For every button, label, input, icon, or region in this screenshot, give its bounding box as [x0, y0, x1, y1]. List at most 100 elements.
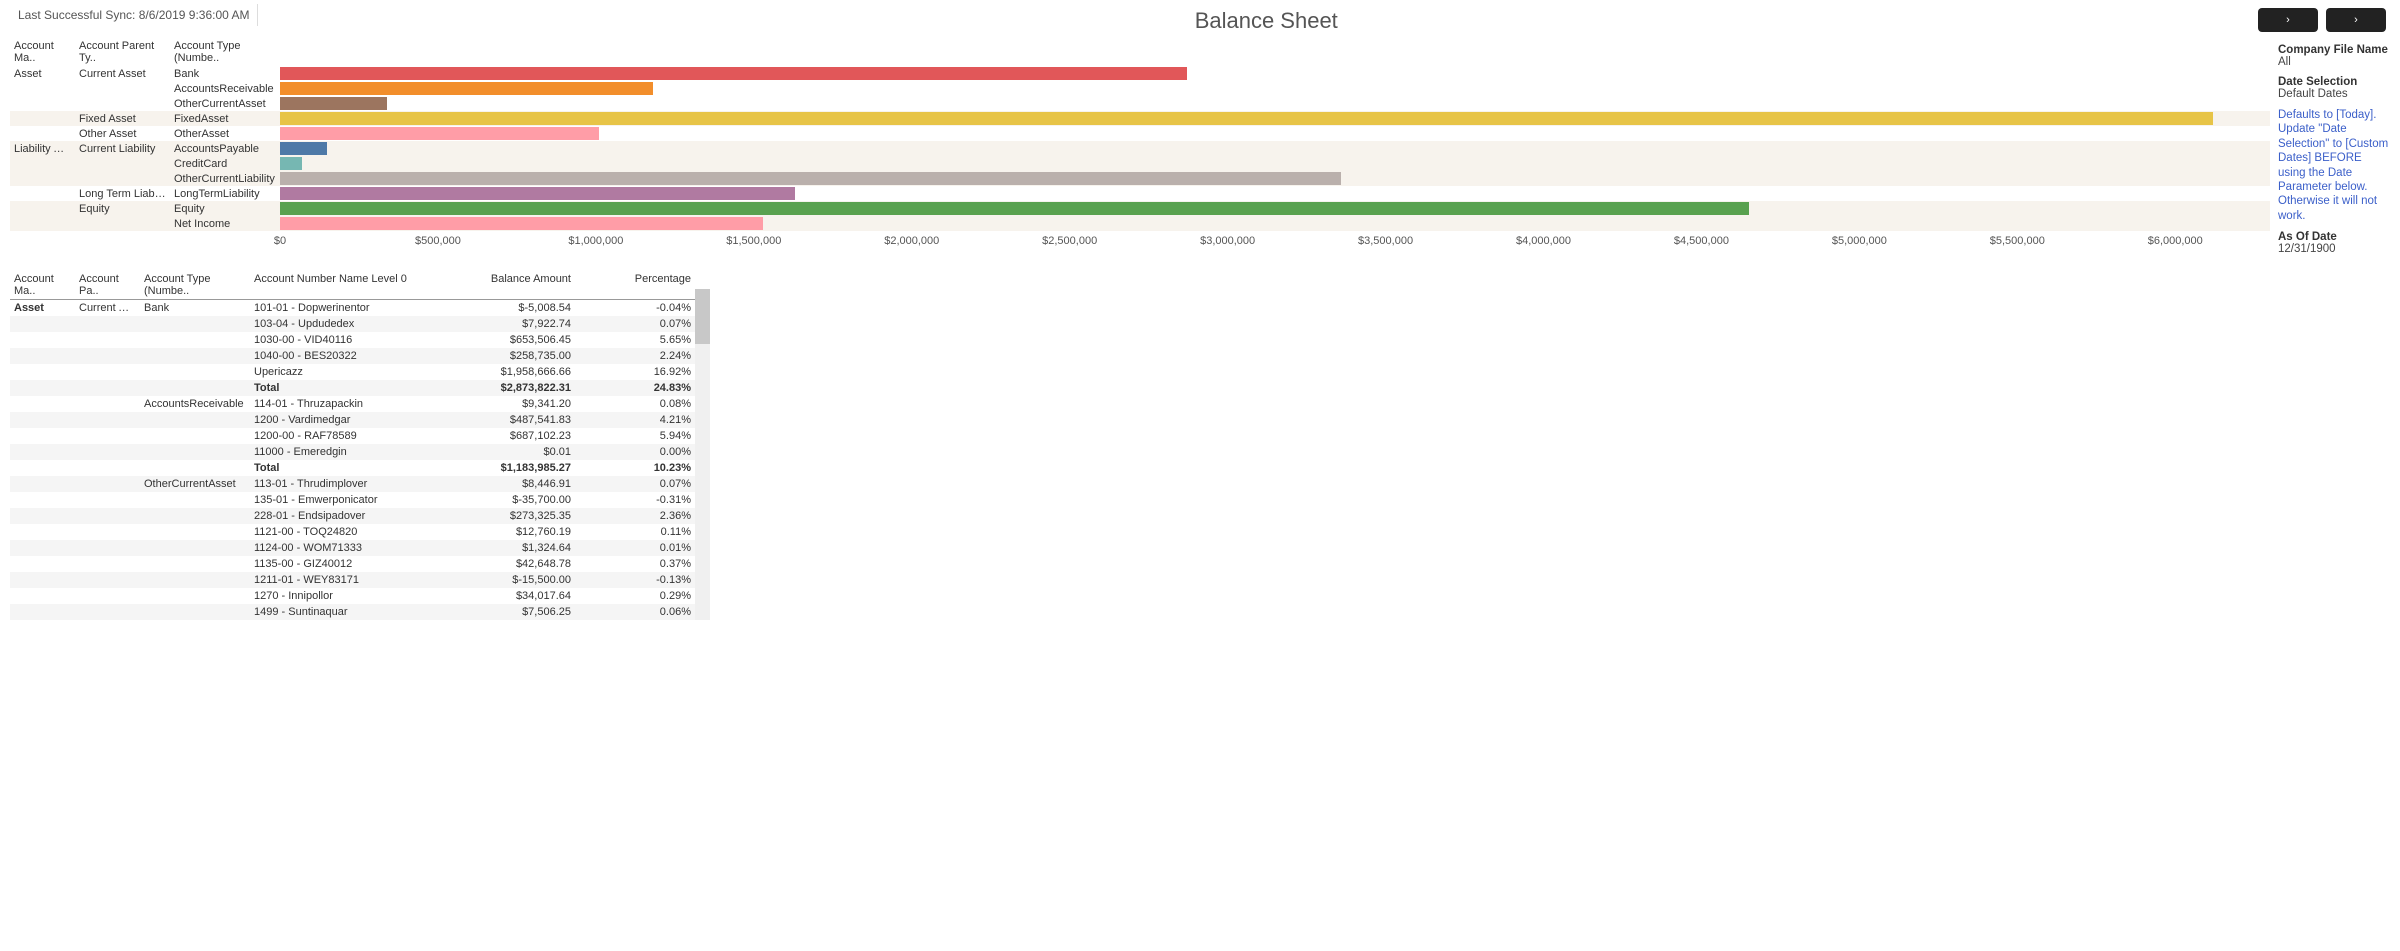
bar-segment[interactable]	[280, 82, 653, 95]
cell-percentage: 0.00%	[575, 446, 695, 458]
cell-percentage: -0.31%	[575, 494, 695, 506]
bar-row-account-type: OtherAsset	[170, 128, 280, 140]
bar-row-account-type: Net Income	[170, 218, 280, 230]
table-row[interactable]: 1211-01 - WEY83171$-15,500.00-0.13%	[10, 572, 710, 588]
cell-account-name: 1124-00 - WOM71333	[250, 542, 450, 554]
bar-row[interactable]: AssetCurrent AssetBank	[10, 66, 2270, 81]
axis-tick: $0	[274, 235, 286, 247]
dt-col-account-main[interactable]: Account Ma..	[10, 271, 75, 299]
axis-tick: $1,500,000	[726, 235, 781, 247]
bar-segment[interactable]	[280, 217, 763, 230]
bar-segment[interactable]	[280, 142, 327, 155]
bar-row[interactable]: Net Income	[10, 216, 2270, 231]
col-header-account-main[interactable]: Account Ma..	[10, 38, 75, 66]
cell-account-name: Total	[250, 382, 450, 394]
cell-percentage: -0.13%	[575, 574, 695, 586]
table-row[interactable]: Upericazz$1,958,666.6616.92%	[10, 364, 710, 380]
cell-balance: $-35,700.00	[450, 494, 575, 506]
axis-tick: $500,000	[415, 235, 461, 247]
axis-tick: $1,000,000	[568, 235, 623, 247]
bar-segment[interactable]	[280, 127, 599, 140]
bar-row-account-type: OtherCurrentLiability	[170, 173, 280, 185]
bar-row[interactable]: Long Term LiabilityLongTermLiability	[10, 186, 2270, 201]
table-row[interactable]: 135-01 - Emwerponicator$-35,700.00-0.31%	[10, 492, 710, 508]
bar-row[interactable]: AccountsReceivable	[10, 81, 2270, 96]
table-row[interactable]: AssetCurrent AssetBank101-01 - Dopwerine…	[10, 300, 710, 316]
bar-segment[interactable]	[280, 187, 795, 200]
cell-account-name: Upericazz	[250, 366, 450, 378]
cell-account-name: 1200 - Vardimedgar	[250, 414, 450, 426]
table-row[interactable]: 1030-00 - VID40116$653,506.455.65%	[10, 332, 710, 348]
table-row[interactable]: 1124-00 - WOM71333$1,324.640.01%	[10, 540, 710, 556]
table-row[interactable]: 1270 - Innipollor$34,017.640.29%	[10, 588, 710, 604]
bar-row[interactable]: OtherCurrentLiability	[10, 171, 2270, 186]
bar-row[interactable]: Other AssetOtherAsset	[10, 126, 2270, 141]
cell-account-name: 228-01 - Endsipadover	[250, 510, 450, 522]
table-row[interactable]: 1499 - Suntinaquar$7,506.250.06%	[10, 604, 710, 620]
detail-scrollbar[interactable]	[695, 289, 710, 620]
dt-col-account-parent[interactable]: Account Pa..	[75, 271, 140, 299]
table-row[interactable]: 1135-00 - GIZ40012$42,648.780.37%	[10, 556, 710, 572]
axis-tick: $3,000,000	[1200, 235, 1255, 247]
nav-prev-button[interactable]: ›	[2258, 8, 2318, 32]
dt-col-balance[interactable]: Balance Amount	[450, 271, 575, 299]
asof-date-value[interactable]: 12/31/1900	[2278, 243, 2390, 255]
cell-balance: $487,541.83	[450, 414, 575, 426]
dt-col-percentage[interactable]: Percentage	[575, 271, 695, 299]
axis-tick: $2,000,000	[884, 235, 939, 247]
bar-row-account-type: AccountsPayable	[170, 143, 280, 155]
bar-row-account-parent: Equity	[75, 203, 170, 215]
table-row[interactable]: Total$1,183,985.2710.23%	[10, 460, 710, 476]
bar-row[interactable]: Fixed AssetFixedAsset	[10, 111, 2270, 126]
cell-account-main: Asset	[10, 302, 75, 314]
cell-account-type: OtherCurrentAsset	[140, 478, 250, 490]
cell-account-name: 135-01 - Emwerponicator	[250, 494, 450, 506]
date-selection-value[interactable]: Default Dates	[2278, 88, 2390, 100]
table-row[interactable]: 1040-00 - BES20322$258,735.002.24%	[10, 348, 710, 364]
bar-row-account-main: Liability And Equity	[10, 143, 75, 155]
bar-row-account-type: LongTermLiability	[170, 188, 280, 200]
cell-balance: $1,183,985.27	[450, 462, 575, 474]
cell-balance: $0.01	[450, 446, 575, 458]
company-file-value[interactable]: All	[2278, 56, 2390, 68]
dt-col-account-name[interactable]: Account Number Name Level 0	[250, 271, 450, 299]
table-row[interactable]: OtherCurrentAsset113-01 - Thrudimplover$…	[10, 476, 710, 492]
bar-row[interactable]: Liability And EquityCurrent LiabilityAcc…	[10, 141, 2270, 156]
cell-balance: $687,102.23	[450, 430, 575, 442]
table-row[interactable]: Total$2,873,822.3124.83%	[10, 380, 710, 396]
bar-segment[interactable]	[280, 112, 2213, 125]
table-row[interactable]: 1200 - Vardimedgar$487,541.834.21%	[10, 412, 710, 428]
bar-segment[interactable]	[280, 202, 1749, 215]
table-row[interactable]: 228-01 - Endsipadover$273,325.352.36%	[10, 508, 710, 524]
bar-row-account-type: Equity	[170, 203, 280, 215]
col-header-account-parent-type[interactable]: Account Parent Ty..	[75, 38, 170, 66]
cell-percentage: 24.83%	[575, 382, 695, 394]
bar-row-account-parent: Long Term Liability	[75, 188, 170, 200]
bar-row-account-type: OtherCurrentAsset	[170, 98, 280, 110]
bar-segment[interactable]	[280, 67, 1187, 80]
bar-segment[interactable]	[280, 157, 302, 170]
cell-account-name: 114-01 - Thruzapackin	[250, 398, 450, 410]
table-row[interactable]: 11000 - Emeredgin$0.010.00%	[10, 444, 710, 460]
bar-row[interactable]: OtherCurrentAsset	[10, 96, 2270, 111]
bar-segment[interactable]	[280, 97, 387, 110]
table-row[interactable]: 1200-00 - RAF78589$687,102.235.94%	[10, 428, 710, 444]
table-row[interactable]: AccountsReceivable114-01 - Thruzapackin$…	[10, 396, 710, 412]
asof-date-header: As Of Date	[2278, 231, 2390, 243]
bar-segment[interactable]	[280, 172, 1341, 185]
col-header-account-type[interactable]: Account Type (Numbe..	[170, 38, 280, 66]
company-file-header: Company File Name	[2278, 44, 2390, 56]
cell-balance: $653,506.45	[450, 334, 575, 346]
nav-next-button[interactable]: ›	[2326, 8, 2386, 32]
table-row[interactable]: 1121-00 - TOQ24820$12,760.190.11%	[10, 524, 710, 540]
bar-row[interactable]: CreditCard	[10, 156, 2270, 171]
bar-row[interactable]: EquityEquity	[10, 201, 2270, 216]
cell-account-name: 101-01 - Dopwerinentor	[250, 302, 450, 314]
axis-tick: $4,500,000	[1674, 235, 1729, 247]
cell-percentage: 0.01%	[575, 542, 695, 554]
dt-col-account-type[interactable]: Account Type (Numbe..	[140, 271, 250, 299]
cell-percentage: 0.08%	[575, 398, 695, 410]
table-row[interactable]: 103-04 - Updudedex$7,922.740.07%	[10, 316, 710, 332]
bar-row-account-type: FixedAsset	[170, 113, 280, 125]
cell-percentage: 0.06%	[575, 606, 695, 618]
